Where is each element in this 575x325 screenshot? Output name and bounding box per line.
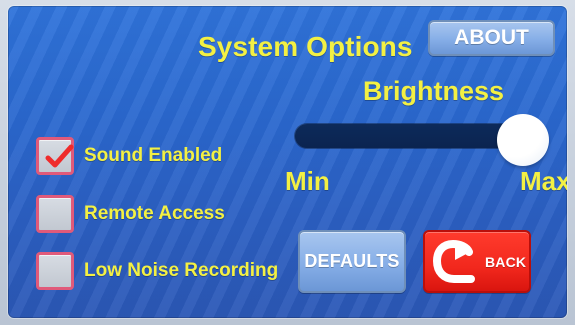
touchscreen: System Options ABOUT Brightness Min Max …	[8, 6, 567, 318]
about-button-label: ABOUT	[454, 26, 529, 49]
brightness-slider[interactable]	[295, 114, 557, 166]
defaults-button[interactable]: DEFAULTS	[298, 230, 406, 293]
low-noise-recording-label: Low Noise Recording	[84, 260, 279, 281]
about-button[interactable]: ABOUT	[428, 20, 555, 56]
option-remote-access[interactable]: Remote Access	[36, 192, 225, 236]
page-title: System Options	[198, 31, 413, 62]
remote-access-label: Remote Access	[84, 203, 225, 224]
brightness-max-label: Max	[520, 166, 567, 196]
remote-access-checkbox[interactable]	[36, 195, 74, 233]
brightness-min-label: Min	[285, 166, 330, 196]
device-bezel: System Options ABOUT Brightness Min Max …	[0, 0, 575, 325]
option-low-noise-recording[interactable]: Low Noise Recording	[36, 249, 278, 293]
brightness-label: Brightness	[363, 76, 505, 106]
back-button[interactable]: BACK	[423, 230, 531, 293]
sound-enabled-checkbox[interactable]	[36, 137, 74, 175]
checkmark-icon	[45, 144, 74, 168]
defaults-button-label: DEFAULTS	[304, 251, 400, 271]
sound-enabled-label: Sound Enabled	[84, 145, 223, 166]
brightness-slider-thumb[interactable]	[497, 114, 549, 166]
low-noise-recording-checkbox[interactable]	[36, 252, 74, 290]
back-button-label: BACK	[485, 253, 527, 270]
brightness-slider-fill	[295, 124, 523, 148]
option-sound-enabled[interactable]: Sound Enabled	[36, 134, 222, 178]
back-arrow-icon	[433, 239, 475, 283]
